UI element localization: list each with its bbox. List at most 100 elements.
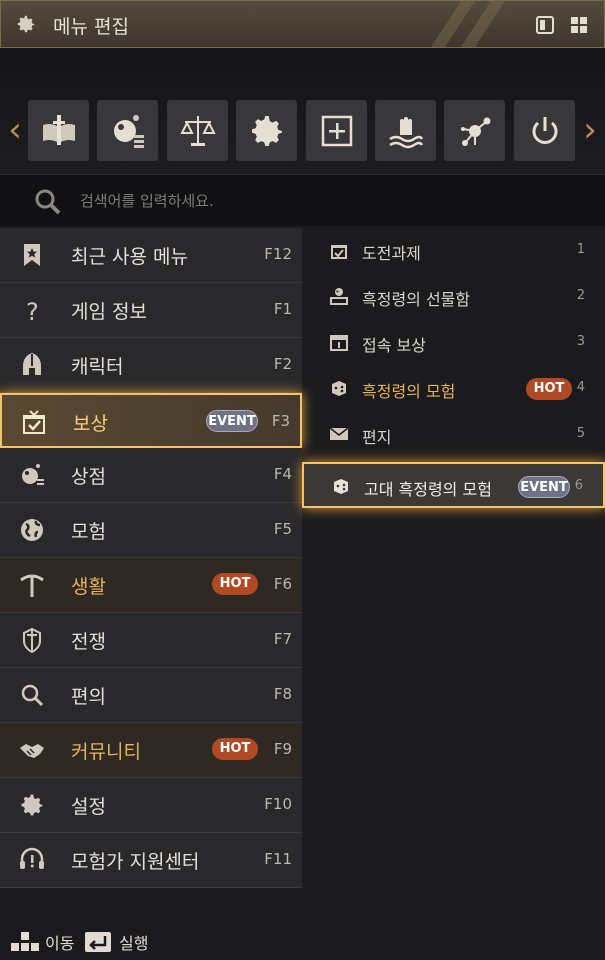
execute-label: 실행 bbox=[119, 934, 149, 953]
move-label: 이동 bbox=[45, 934, 75, 953]
menu-item-adventure[interactable]: 모험 F5 bbox=[0, 503, 302, 558]
panel-icon[interactable] bbox=[535, 15, 555, 35]
submenu-item-label: 흑정령의 선물함 bbox=[362, 290, 471, 309]
quick-slot-2[interactable] bbox=[97, 100, 158, 161]
helmet-icon bbox=[23, 353, 41, 375]
header-ornament bbox=[431, 1, 505, 47]
menu-item-reward[interactable]: 보상 EVENT F3 bbox=[0, 393, 302, 448]
submenu-number: 6 bbox=[574, 478, 583, 493]
gear-icon bbox=[17, 15, 35, 33]
menu-item-label: 모험가 지원센터 bbox=[71, 851, 200, 873]
search-input[interactable] bbox=[80, 187, 560, 215]
handshake-icon bbox=[20, 744, 44, 758]
trophy-icon bbox=[331, 245, 347, 259]
menu-item-label: 편의 bbox=[71, 686, 106, 708]
menu-item-character[interactable]: 캐릭터 F2 bbox=[0, 338, 302, 393]
submenu-item-spirit-gift[interactable]: 흑정령의 선물함 2 bbox=[302, 274, 605, 320]
window-title: 메뉴 편집 bbox=[53, 16, 129, 38]
dice-icon bbox=[334, 479, 348, 494]
execute-hint: 실행 bbox=[84, 930, 148, 954]
search-icon bbox=[21, 684, 44, 707]
pickaxe-icon bbox=[20, 574, 44, 597]
menu-item-shop[interactable]: 상점 F4 bbox=[0, 448, 302, 503]
gift-box-icon bbox=[23, 410, 45, 434]
submenu-item-label: 고대 흑정령의 모험 bbox=[364, 480, 492, 499]
sword-shield-icon bbox=[23, 627, 41, 654]
menu-item-recent[interactable]: 최근 사용 메뉴 F12 bbox=[0, 228, 302, 283]
menu-item-war[interactable]: 전쟁 F7 bbox=[0, 613, 302, 668]
arrow-keys-icon bbox=[11, 932, 39, 951]
headset-icon bbox=[20, 847, 44, 869]
codex-icon bbox=[42, 114, 75, 145]
event-badge: EVENT bbox=[206, 410, 258, 432]
enter-key-icon bbox=[85, 932, 111, 952]
hotkey: F1 bbox=[273, 300, 292, 318]
hot-badge: HOT bbox=[526, 378, 572, 400]
power-icon bbox=[532, 116, 557, 144]
submenu-item-label: 편지 bbox=[362, 428, 392, 447]
hotkey: F12 bbox=[264, 245, 292, 263]
hot-badge: HOT bbox=[212, 573, 258, 595]
submenu-list: 도전과제 1 흑정령의 선물함 2 접속 보상 3 흑정령의 모험 HOT 4 … bbox=[302, 228, 605, 518]
globe-icon bbox=[21, 519, 43, 541]
hotkey: F2 bbox=[273, 355, 292, 373]
bookmark-star-icon bbox=[24, 244, 40, 266]
hotkey: F6 bbox=[273, 575, 292, 593]
gear-icon bbox=[21, 794, 43, 816]
menu-list: 최근 사용 메뉴 F12 ? 게임 정보 F1 캐릭터 F2 보상 EVENT … bbox=[0, 228, 302, 888]
calendar-icon bbox=[330, 335, 348, 351]
hot-badge: HOT bbox=[212, 738, 258, 760]
hotkey: F7 bbox=[273, 630, 292, 648]
menu-item-label: 상점 bbox=[71, 466, 106, 488]
hotkey: F10 bbox=[264, 795, 292, 813]
menu-item-label: 커뮤니티 bbox=[71, 741, 141, 763]
quick-slot-3[interactable] bbox=[167, 100, 228, 161]
menu-item-label: 보상 bbox=[73, 413, 108, 435]
grid-icon[interactable] bbox=[569, 15, 589, 35]
submenu-number: 2 bbox=[576, 288, 585, 303]
submenu-number: 5 bbox=[576, 426, 585, 441]
menu-item-life[interactable]: 생활 HOT F6 bbox=[0, 558, 302, 613]
menu-item-convenience[interactable]: 편의 F8 bbox=[0, 668, 302, 723]
menu-item-community[interactable]: 커뮤니티 HOT F9 bbox=[0, 723, 302, 778]
chevron-left-icon[interactable]: ‹ bbox=[5, 112, 25, 148]
mail-icon bbox=[329, 427, 349, 440]
submenu-item-challenge[interactable]: 도전과제 1 bbox=[302, 228, 605, 274]
expand-icon bbox=[321, 115, 352, 146]
svg-text:?: ? bbox=[26, 298, 39, 324]
event-badge: EVENT bbox=[518, 476, 570, 498]
menu-item-label: 모험 bbox=[71, 521, 106, 543]
quick-slot-6[interactable] bbox=[375, 100, 436, 161]
submenu-item-login-reward[interactable]: 접속 보상 3 bbox=[302, 320, 605, 366]
quick-slot-7[interactable] bbox=[444, 100, 505, 161]
chevron-right-icon[interactable]: › bbox=[580, 112, 600, 148]
menu-item-label: 최근 사용 메뉴 bbox=[71, 246, 188, 268]
hotkey: F8 bbox=[273, 685, 292, 703]
submenu-number: 3 bbox=[576, 334, 585, 349]
menu-item-support[interactable]: 모험가 지원센터 F11 bbox=[0, 833, 302, 888]
quick-slot-1[interactable] bbox=[28, 100, 89, 161]
submenu-item-spirit-adventure[interactable]: 흑정령의 모험 HOT 4 bbox=[302, 366, 605, 412]
submenu-item-label: 접속 보상 bbox=[362, 336, 426, 355]
scales-icon bbox=[179, 115, 216, 146]
hotkey: F9 bbox=[273, 740, 292, 758]
submenu-number: 4 bbox=[576, 380, 585, 395]
quick-slot-8[interactable] bbox=[514, 100, 575, 161]
shop-icon bbox=[22, 464, 44, 485]
search-icon bbox=[35, 189, 61, 215]
hotkey: F4 bbox=[273, 465, 292, 483]
hotkey: F5 bbox=[273, 520, 292, 538]
menu-item-settings[interactable]: 설정 F10 bbox=[0, 778, 302, 833]
hotkey: F3 bbox=[271, 412, 290, 430]
quick-slot-4[interactable] bbox=[236, 100, 297, 161]
node-icon bbox=[460, 117, 490, 146]
submenu-item-label: 도전과제 bbox=[362, 244, 421, 263]
spirit-gift-icon bbox=[330, 288, 348, 305]
hand-water-icon bbox=[388, 116, 423, 148]
submenu-item-mail[interactable]: 편지 5 bbox=[302, 412, 605, 458]
shop-icon bbox=[113, 114, 144, 148]
quick-slot-5[interactable] bbox=[306, 100, 367, 161]
menu-item-game-info[interactable]: ? 게임 정보 F1 bbox=[0, 283, 302, 338]
menu-item-label: 설정 bbox=[71, 796, 106, 818]
submenu-item-ancient-spirit-adventure[interactable]: 고대 흑정령의 모험 EVENT 6 bbox=[302, 462, 605, 508]
